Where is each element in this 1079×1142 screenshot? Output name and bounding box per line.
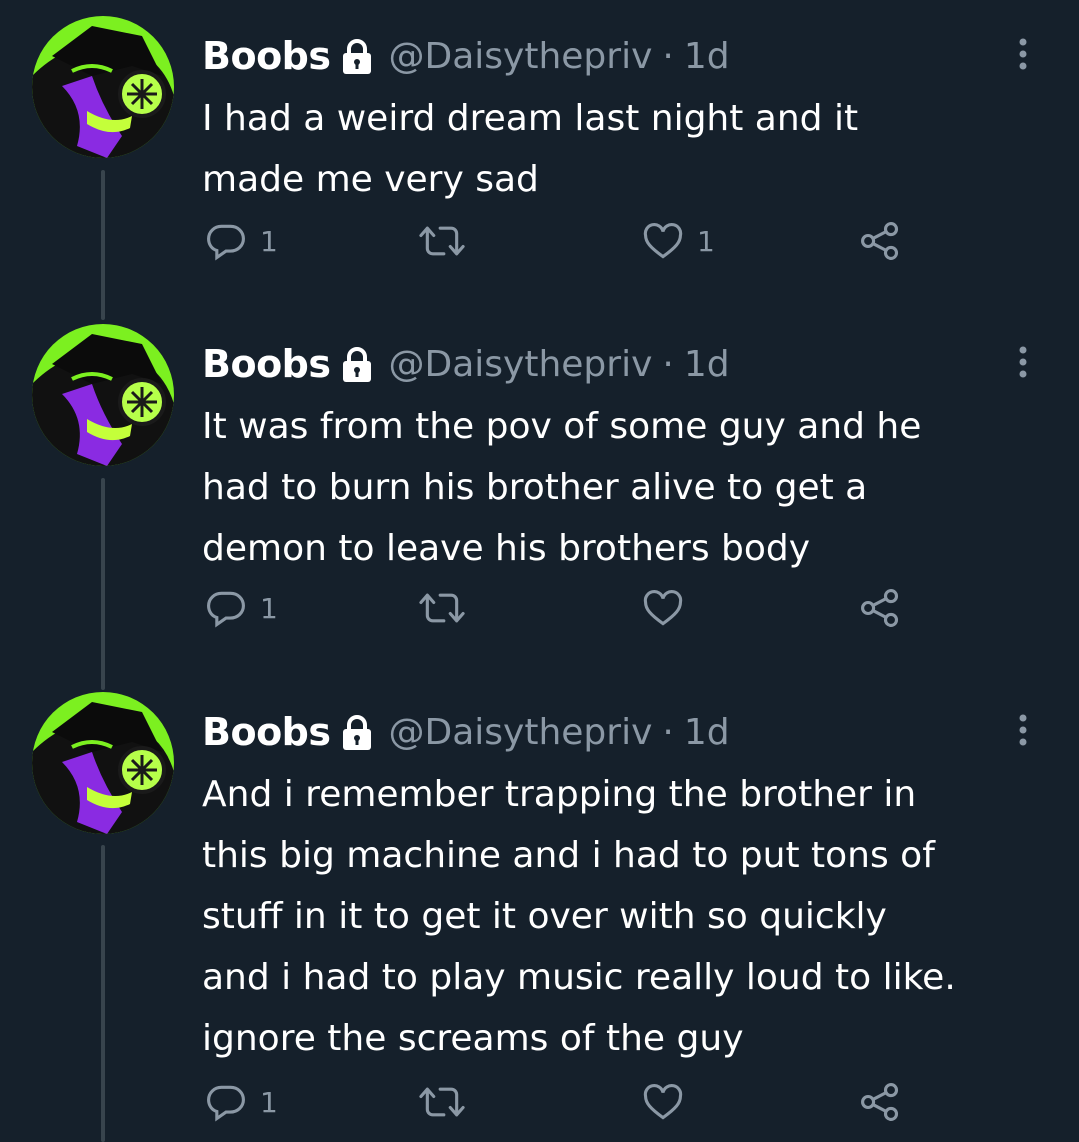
- heart-icon: [643, 222, 683, 259]
- timestamp[interactable]: 1d: [684, 344, 730, 385]
- retweet-icon: [419, 593, 465, 623]
- heart-icon: [643, 1083, 683, 1120]
- retweet-button[interactable]: [418, 583, 478, 633]
- reply-count: 1: [260, 224, 278, 258]
- reply-count: 1: [260, 591, 278, 625]
- like-count: 1: [697, 224, 715, 258]
- tweet-header: Boobs @Daisythepriv · 1d: [202, 704, 730, 760]
- share-icon: [861, 222, 899, 260]
- tweet[interactable]: Boobs @Daisythepriv · 1d It was from the…: [0, 324, 1079, 664]
- action-bar: 1: [204, 583, 924, 633]
- like-button[interactable]: [641, 1077, 697, 1127]
- timestamp[interactable]: 1d: [684, 712, 730, 753]
- reply-icon: [207, 224, 245, 261]
- retweet-icon: [419, 226, 465, 256]
- tweet[interactable]: Boobs @Daisythepriv · 1d I had a weird d…: [0, 16, 1079, 296]
- like-button[interactable]: 1: [641, 216, 715, 266]
- display-name[interactable]: Boobs: [202, 34, 331, 78]
- share-button[interactable]: [858, 1077, 902, 1127]
- tweet-text: It was from the pov of some guy and he h…: [202, 406, 922, 569]
- separator: ·: [662, 35, 674, 77]
- action-bar: 1: [204, 1077, 924, 1127]
- tweet[interactable]: Boobs @Daisythepriv · 1d And i remember …: [0, 692, 1079, 1142]
- display-name[interactable]: Boobs: [202, 710, 331, 754]
- tweet-header: Boobs @Daisythepriv · 1d: [202, 336, 730, 392]
- share-icon: [861, 1083, 899, 1121]
- more-icon[interactable]: [1011, 34, 1035, 74]
- handle[interactable]: @Daisythepriv: [389, 344, 653, 385]
- separator: ·: [662, 711, 674, 753]
- share-button[interactable]: [858, 583, 902, 633]
- lock-icon: [337, 344, 377, 384]
- reply-icon: [207, 591, 245, 628]
- avatar[interactable]: [32, 692, 174, 834]
- display-name[interactable]: Boobs: [202, 342, 331, 386]
- share-button[interactable]: [858, 216, 902, 266]
- heart-icon: [643, 589, 683, 626]
- lock-icon: [337, 712, 377, 752]
- reply-button[interactable]: 1: [204, 216, 278, 266]
- more-icon[interactable]: [1011, 342, 1035, 382]
- handle[interactable]: @Daisythepriv: [389, 36, 653, 77]
- retweet-icon: [419, 1087, 465, 1117]
- handle[interactable]: @Daisythepriv: [389, 712, 653, 753]
- reply-button[interactable]: 1: [204, 1077, 278, 1127]
- lock-icon: [337, 36, 377, 76]
- tweet-text: And i remember trapping the brother in t…: [202, 774, 956, 1059]
- like-button[interactable]: [641, 583, 697, 633]
- avatar[interactable]: [32, 324, 174, 466]
- retweet-button[interactable]: [418, 1077, 478, 1127]
- share-icon: [861, 589, 899, 627]
- retweet-button[interactable]: [418, 216, 478, 266]
- reply-icon: [207, 1085, 245, 1122]
- tweet-header: Boobs @Daisythepriv · 1d: [202, 28, 730, 84]
- tweet-text: I had a weird dream last night and it ma…: [202, 98, 859, 200]
- timestamp[interactable]: 1d: [684, 36, 730, 77]
- reply-button[interactable]: 1: [204, 583, 278, 633]
- separator: ·: [662, 343, 674, 385]
- action-bar: 1 1: [204, 216, 924, 266]
- reply-count: 1: [260, 1085, 278, 1119]
- more-icon[interactable]: [1011, 710, 1035, 750]
- avatar[interactable]: [32, 16, 174, 158]
